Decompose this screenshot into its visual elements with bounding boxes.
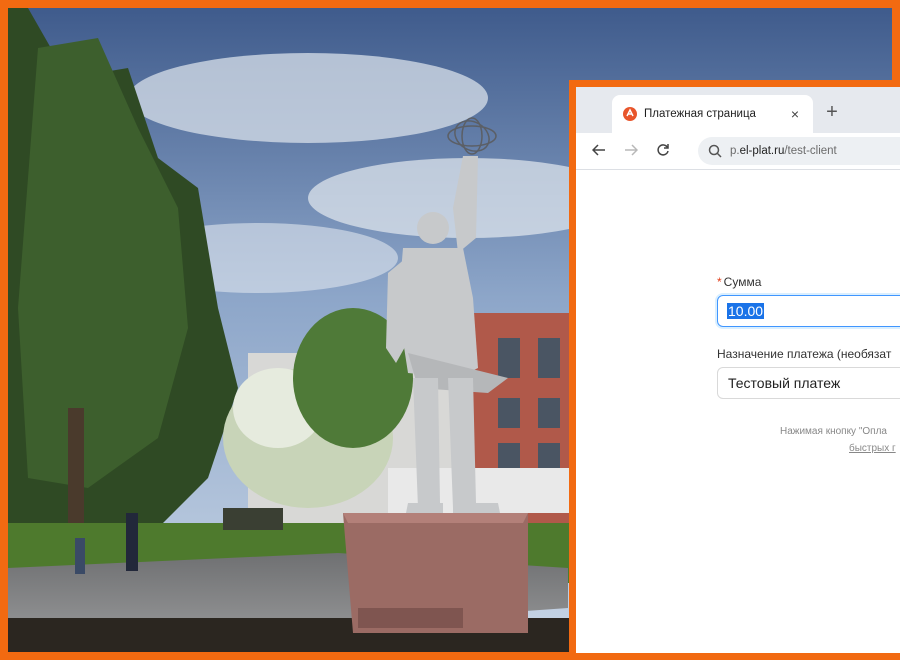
new-tab-button[interactable]: +	[820, 101, 844, 125]
url-prefix: p.	[730, 145, 740, 157]
amount-label-text: Сумма	[723, 275, 762, 289]
arrow-right-icon	[625, 144, 638, 156]
browser-toolbar: p.el-plat.ru/test-client	[576, 133, 900, 170]
payment-page-content: * Сумма 10.00 Назначение платежа (необяза…	[576, 170, 900, 653]
tab-close-icon[interactable]: ×	[787, 106, 803, 122]
search-icon	[708, 144, 722, 158]
amount-input[interactable]: 10.00	[717, 295, 900, 327]
browser-window: Платежная страница × + p.el-plat.ru/test…	[569, 80, 900, 660]
address-bar[interactable]: p.el-plat.ru/test-client	[698, 137, 900, 165]
amount-label: * Сумма	[717, 275, 761, 289]
url-path: /test-client	[784, 145, 837, 157]
required-mark: *	[717, 275, 722, 289]
fast-payments-link[interactable]: быстрых г	[780, 440, 896, 457]
purpose-label: Назначение платежа (необязат	[717, 347, 892, 361]
reload-icon	[657, 144, 669, 156]
purpose-input[interactable]: Тестовый платеж	[717, 367, 900, 399]
arrow-left-icon	[592, 144, 605, 156]
amount-value: 10.00	[727, 303, 765, 319]
back-button[interactable]	[588, 139, 610, 161]
tab-strip: Платежная страница × +	[576, 87, 900, 133]
consent-hint: Нажимая кнопку "Опла быстрых г	[780, 423, 896, 457]
tab-payment-page[interactable]: Платежная страница ×	[612, 95, 813, 133]
el-plat-favicon-icon	[623, 107, 637, 121]
consent-hint-text: Нажимая кнопку "Опла	[780, 426, 887, 437]
reload-button[interactable]	[652, 139, 674, 161]
url-domain: el-plat.ru	[739, 145, 785, 157]
url-text: p.el-plat.ru/test-client	[730, 145, 837, 157]
tab-title: Платежная страница	[644, 108, 756, 120]
forward-button[interactable]	[620, 139, 642, 161]
